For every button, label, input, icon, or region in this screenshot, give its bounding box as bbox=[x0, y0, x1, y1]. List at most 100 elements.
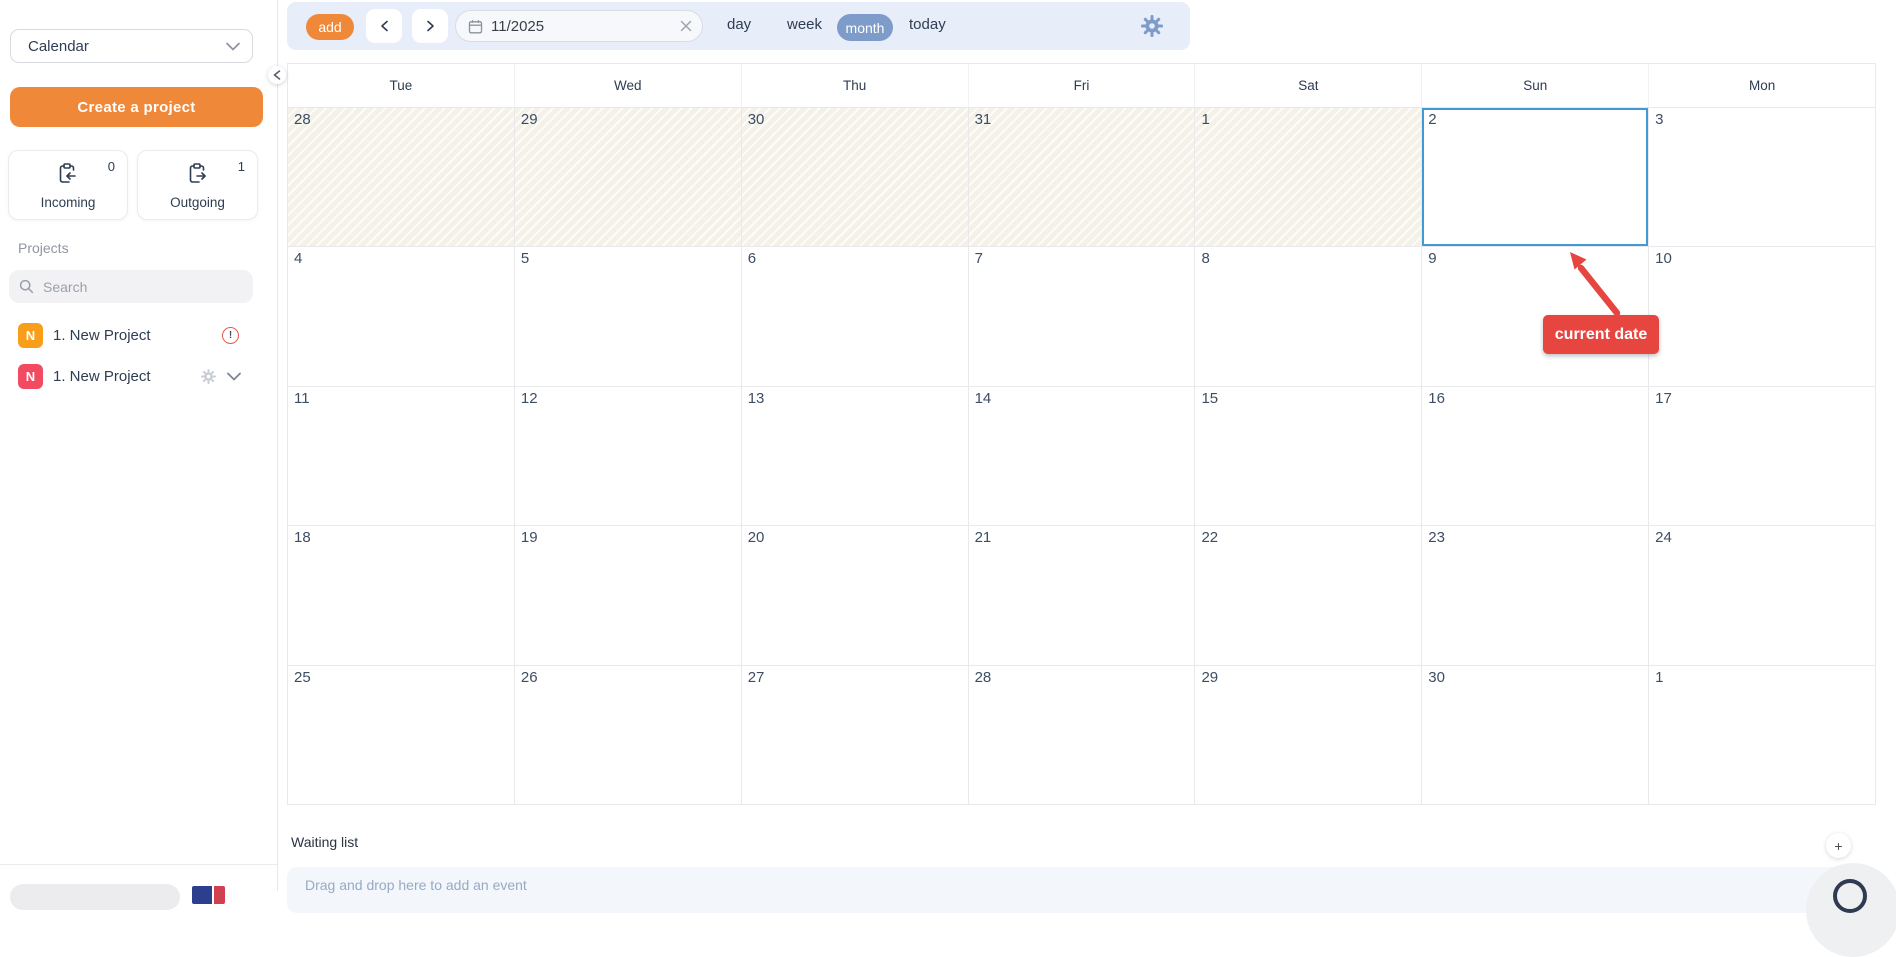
date-number: 29 bbox=[1201, 669, 1218, 686]
search-icon bbox=[19, 279, 34, 294]
profile-pill[interactable] bbox=[10, 884, 180, 910]
date-number: 29 bbox=[521, 111, 538, 128]
project-row[interactable]: N 1. New Project bbox=[9, 359, 253, 393]
date-number: 1 bbox=[1655, 669, 1663, 686]
date-number: 1 bbox=[1201, 111, 1209, 128]
calendar-cell[interactable]: 26 bbox=[515, 666, 742, 804]
outgoing-card[interactable]: 1 Outgoing bbox=[137, 150, 258, 220]
date-number: 21 bbox=[975, 529, 992, 546]
calendar-cell[interactable]: 13 bbox=[742, 387, 969, 525]
add-event-button[interactable]: add bbox=[306, 14, 354, 40]
date-number: 13 bbox=[748, 390, 765, 407]
calendar-cell[interactable]: 29 bbox=[1195, 666, 1422, 804]
workspace-select[interactable]: Calendar bbox=[10, 29, 253, 63]
date-number: 7 bbox=[975, 250, 983, 267]
calendar-cell[interactable]: 7 bbox=[969, 247, 1196, 385]
date-number: 12 bbox=[521, 390, 538, 407]
calendar-cell[interactable]: 1 bbox=[1649, 666, 1875, 804]
calendar-cell[interactable]: 19 bbox=[515, 526, 742, 664]
sidebar-collapse-button[interactable] bbox=[268, 66, 286, 84]
view-week-button[interactable]: week bbox=[787, 16, 822, 33]
date-number: 16 bbox=[1428, 390, 1445, 407]
week-row: 28 29 30 31 1 23 bbox=[288, 108, 1875, 247]
project-avatar: N bbox=[18, 323, 43, 348]
settings-gear-icon[interactable] bbox=[1140, 14, 1164, 38]
calendar-cell[interactable]: 22 bbox=[1195, 526, 1422, 664]
view-month-button-active[interactable]: month bbox=[837, 14, 893, 41]
date-number: 18 bbox=[294, 529, 311, 546]
view-day-button[interactable]: day bbox=[727, 16, 751, 33]
date-input[interactable] bbox=[491, 18, 641, 35]
date-number: 28 bbox=[975, 669, 992, 686]
clear-date-icon[interactable] bbox=[680, 20, 692, 32]
calendar-cell[interactable]: 8 bbox=[1195, 247, 1422, 385]
date-number: 23 bbox=[1428, 529, 1445, 546]
waiting-list-add-button[interactable]: + bbox=[1826, 833, 1851, 858]
project-expand-chevron-icon[interactable] bbox=[227, 372, 241, 381]
calendar-cell[interactable]: 21 bbox=[969, 526, 1196, 664]
calendar-cell[interactable]: 14 bbox=[969, 387, 1196, 525]
calendar-cell[interactable]: 12 bbox=[515, 387, 742, 525]
outgoing-label: Outgoing bbox=[138, 195, 257, 210]
project-avatar: N bbox=[18, 364, 43, 389]
calendar-cell[interactable]: 29 bbox=[515, 108, 742, 246]
clipboard-arrow-in-icon bbox=[55, 161, 81, 192]
calendar-cell[interactable]: 5 bbox=[515, 247, 742, 385]
project-search[interactable] bbox=[9, 270, 253, 303]
date-number: 20 bbox=[748, 529, 765, 546]
chevron-left-icon bbox=[380, 20, 389, 32]
day-header-sun: Sun bbox=[1422, 64, 1649, 107]
calendar-cell-today[interactable]: 2 bbox=[1422, 108, 1649, 246]
calendar-cell[interactable]: 30 bbox=[1422, 666, 1649, 804]
date-number: 8 bbox=[1201, 250, 1209, 267]
date-number: 10 bbox=[1655, 250, 1672, 267]
chevron-down-icon bbox=[226, 42, 240, 51]
calendar-cell[interactable]: 28 bbox=[288, 108, 515, 246]
search-input[interactable] bbox=[43, 279, 213, 295]
calendar-cell[interactable]: 24 bbox=[1649, 526, 1875, 664]
date-number: 6 bbox=[748, 250, 756, 267]
calendar-cell[interactable]: 10 bbox=[1649, 247, 1875, 385]
language-flag-icon[interactable] bbox=[192, 886, 225, 904]
week-row: 18 19 20 21 22 23 24 bbox=[288, 526, 1875, 665]
calendar-cell[interactable]: 23 bbox=[1422, 526, 1649, 664]
date-number: 4 bbox=[294, 250, 302, 267]
view-today-button[interactable]: today bbox=[909, 16, 946, 33]
sidebar: Calendar Create a project 0 Incoming 1 bbox=[0, 0, 278, 891]
project-row[interactable]: N 1. New Project ! bbox=[9, 318, 253, 352]
calendar-cell[interactable]: 28 bbox=[969, 666, 1196, 804]
incoming-count: 0 bbox=[108, 159, 115, 174]
calendar-cell[interactable]: 6 bbox=[742, 247, 969, 385]
day-header-fri: Fri bbox=[969, 64, 1196, 107]
chevron-right-icon bbox=[426, 20, 435, 32]
calendar-cell[interactable]: 3 bbox=[1649, 108, 1875, 246]
calendar-cell[interactable]: 11 bbox=[288, 387, 515, 525]
date-picker[interactable] bbox=[455, 10, 703, 42]
calendar-cell[interactable]: 27 bbox=[742, 666, 969, 804]
calendar-cell[interactable]: 17 bbox=[1649, 387, 1875, 525]
waiting-list-dropzone[interactable]: Drag and drop here to add an event bbox=[287, 867, 1880, 913]
calendar-cell[interactable]: 1 bbox=[1195, 108, 1422, 246]
day-header-row: TueWedThuFriSatSunMon bbox=[288, 64, 1875, 108]
date-number: 31 bbox=[975, 111, 992, 128]
project-settings-gear-icon[interactable] bbox=[200, 368, 217, 385]
calendar-cell[interactable]: 18 bbox=[288, 526, 515, 664]
incoming-card[interactable]: 0 Incoming bbox=[8, 150, 128, 220]
day-header-thu: Thu bbox=[742, 64, 969, 107]
calendar-cell[interactable]: 30 bbox=[742, 108, 969, 246]
workspace-select-value: Calendar bbox=[28, 38, 226, 55]
calendar-cell[interactable]: 16 bbox=[1422, 387, 1649, 525]
next-period-button[interactable] bbox=[412, 9, 448, 43]
date-number: 19 bbox=[521, 529, 538, 546]
sidebar-divider bbox=[0, 864, 278, 865]
prev-period-button[interactable] bbox=[366, 9, 402, 43]
annotation-arrow bbox=[1548, 243, 1628, 328]
create-project-button[interactable]: Create a project bbox=[10, 87, 263, 127]
calendar-cell[interactable]: 15 bbox=[1195, 387, 1422, 525]
date-number: 30 bbox=[1428, 669, 1445, 686]
calendar-cell[interactable]: 20 bbox=[742, 526, 969, 664]
calendar-cell[interactable]: 31 bbox=[969, 108, 1196, 246]
calendar-cell[interactable]: 4 bbox=[288, 247, 515, 385]
calendar-cell[interactable]: 25 bbox=[288, 666, 515, 804]
date-number: 24 bbox=[1655, 529, 1672, 546]
